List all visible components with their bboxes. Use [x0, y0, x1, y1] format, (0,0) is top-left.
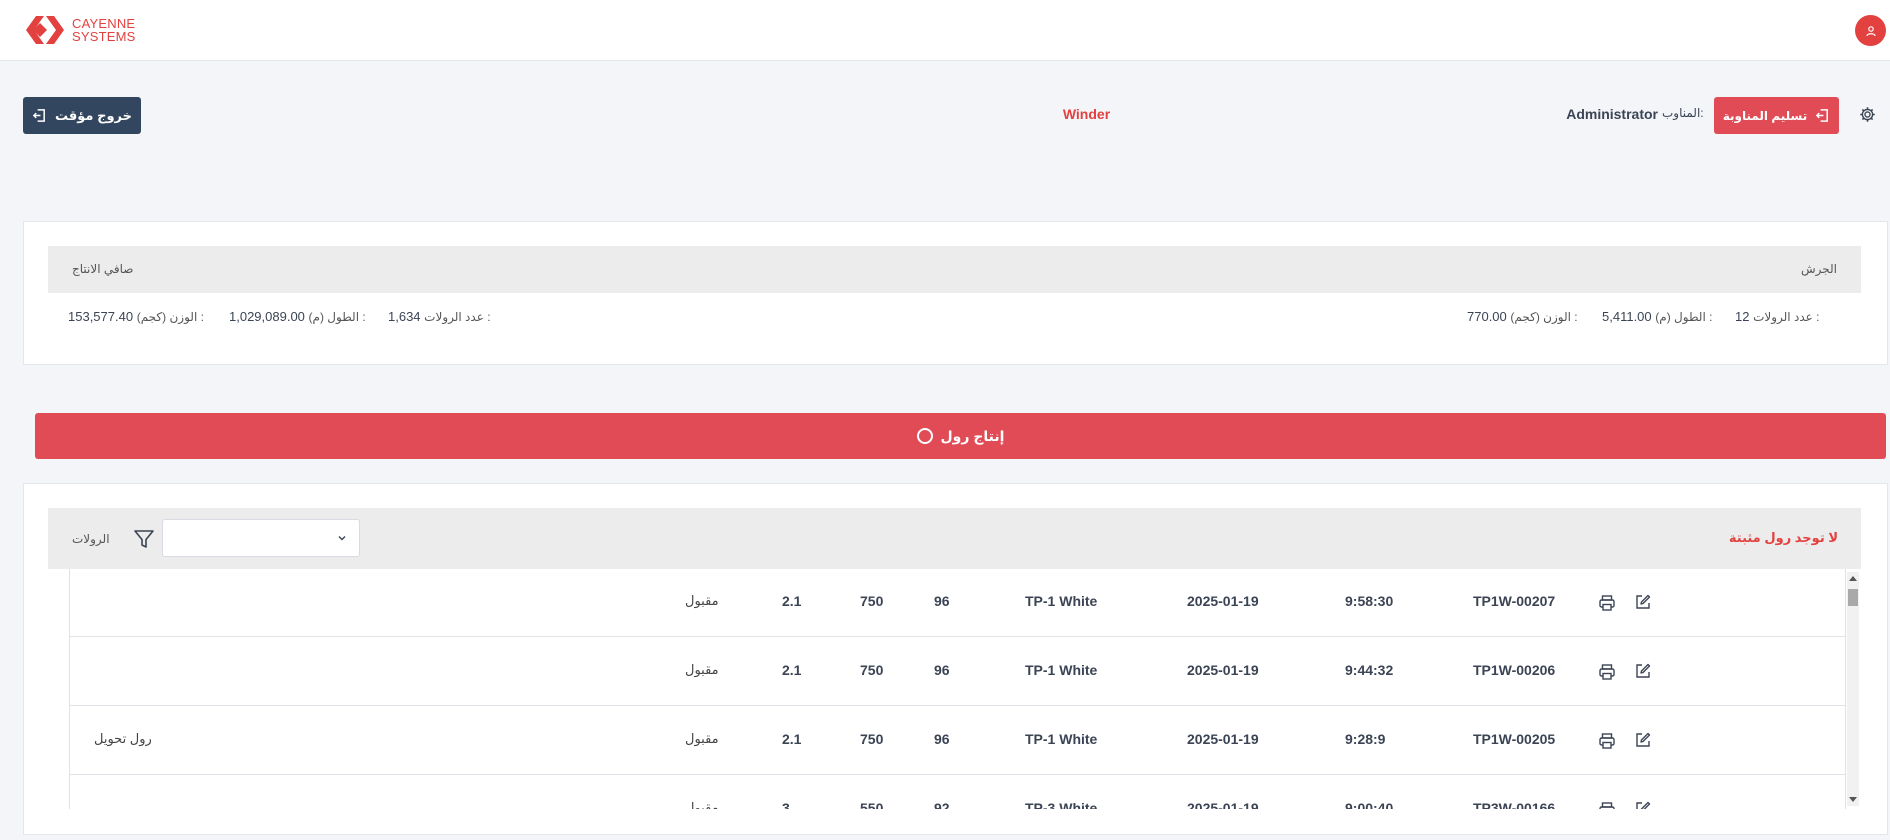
top-bar: CAYENNE SYSTEMS [0, 0, 1890, 61]
net-length-label: الطول (م) : [308, 310, 366, 324]
summary-header: صافي الانتاج الجرش [48, 246, 1861, 293]
roll-value-1: 3 [782, 800, 790, 809]
scroll-down-arrow-icon[interactable] [1849, 797, 1857, 802]
edit-icon[interactable] [1634, 731, 1652, 749]
jarsh-length-label: الطول (م) : [1655, 310, 1713, 324]
roll-value-3: 96 [934, 662, 950, 678]
table-row[interactable]: رول تحويل مقبول 2.1 750 96 TP-1 White 20… [69, 706, 1846, 775]
roll-date: 2025-01-19 [1187, 800, 1259, 809]
net-weight-value: 153,577.40 [68, 309, 134, 324]
logout-icon [32, 109, 45, 122]
roll-date: 2025-01-19 [1187, 662, 1259, 678]
net-weight-stat: 153,577.40 الوزن (كجم) : [68, 309, 204, 324]
chevron-down-icon [338, 536, 346, 541]
roll-value-2: 750 [860, 731, 884, 747]
roll-product: TP-3 White [1025, 800, 1098, 809]
net-length-value: 1,029,089.00 [229, 309, 305, 324]
operator-label: المناوب: [1662, 106, 1704, 120]
rolls-title: الرولات [72, 532, 110, 546]
roll-value-3: 96 [934, 731, 950, 747]
machine-name: Winder [1062, 106, 1111, 122]
circle-icon [916, 428, 933, 444]
roll-value-3: 92 [934, 800, 950, 809]
print-icon[interactable] [1598, 663, 1616, 681]
brand-line-2: SYSTEMS [72, 29, 136, 44]
filter-icon[interactable] [133, 528, 155, 550]
edit-icon[interactable] [1634, 593, 1652, 611]
roll-filter-select[interactable] [162, 519, 360, 557]
net-count-stat: 1,634 عدد الرولات : [388, 309, 491, 324]
roll-value-2: 550 [860, 800, 884, 809]
user-menu-button[interactable] [1855, 15, 1886, 46]
brand-name: CAYENNE SYSTEMS [72, 17, 136, 43]
net-length-stat: 1,029,089.00 الطول (م) : [229, 309, 366, 324]
roll-value-3: 96 [934, 593, 950, 609]
jarsh-title: الجرش [1800, 262, 1837, 276]
shift-handover-button[interactable]: تسليم المناوبة [1714, 97, 1839, 134]
jarsh-weight-stat: 770.00 الوزن (كجم) : [1467, 309, 1578, 324]
print-icon[interactable] [1598, 732, 1616, 750]
roll-value-1: 2.1 [782, 662, 802, 678]
roll-code: TP1W-00206 [1473, 662, 1556, 678]
table-row[interactable]: مقبول 3 550 92 TP-3 White 2025-01-19 9:0… [69, 775, 1846, 809]
jarsh-weight-value: 770.00 [1467, 309, 1507, 324]
gear-icon[interactable] [1859, 106, 1876, 123]
roll-status: مقبول [685, 731, 719, 746]
logout-icon [1816, 109, 1829, 122]
roll-product: TP-1 White [1025, 593, 1098, 609]
roll-date: 2025-01-19 [1187, 731, 1259, 747]
roll-status: مقبول [685, 662, 719, 677]
temporary-exit-button[interactable]: خروج مؤقت [23, 97, 141, 134]
edit-icon[interactable] [1634, 662, 1652, 680]
net-weight-label: الوزن (كجم) : [136, 310, 204, 324]
jarsh-length-value: 5,411.00 [1602, 309, 1652, 324]
table-scrollbar[interactable] [1847, 572, 1859, 806]
roll-value-1: 2.1 [782, 593, 802, 609]
roll-code: TP1W-00205 [1473, 731, 1556, 747]
print-icon[interactable] [1598, 594, 1616, 612]
jarsh-length-stat: 5,411.00 الطول (م) : [1602, 309, 1712, 324]
roll-status: مقبول [685, 800, 719, 809]
roll-product: TP-1 White [1025, 662, 1098, 678]
net-production-title: صافي الانتاج [72, 262, 134, 276]
roll-time: 9:28:9 [1345, 731, 1386, 747]
jarsh-count-value: 12 [1735, 309, 1750, 324]
scroll-up-arrow-icon[interactable] [1849, 576, 1857, 581]
temporary-exit-label: خروج مؤقت [55, 107, 132, 123]
roll-value-2: 750 [860, 662, 884, 678]
table-row[interactable]: مقبول 2.1 750 96 TP-1 White 2025-01-19 9… [69, 637, 1846, 706]
rolls-card: الرولات لا توجد رول مثبتة مقبول 2.1 750 … [23, 483, 1888, 835]
roll-time: 9:44:32 [1345, 662, 1394, 678]
no-fixed-roll-message: لا توجد رول مثبتة [1728, 530, 1838, 545]
roll-time: 9:00:40 [1345, 800, 1394, 809]
brand-logo[interactable]: CAYENNE SYSTEMS [24, 14, 136, 46]
edit-icon[interactable] [1634, 800, 1652, 809]
jarsh-weight-label: الوزن (كجم) : [1510, 310, 1578, 324]
net-count-value: 1,634 [388, 309, 421, 324]
cayenne-logo-icon [26, 16, 64, 44]
roll-status: مقبول [685, 593, 719, 608]
production-summary-card: صافي الانتاج الجرش 153,577.40 الوزن (كجم… [23, 221, 1888, 365]
rolls-header: الرولات لا توجد رول مثبتة [48, 508, 1861, 569]
roll-code: TP3W-00166 [1473, 800, 1556, 809]
produce-roll-button[interactable]: إنتاج رول [35, 413, 1886, 459]
produce-roll-label: إنتاج رول [940, 427, 1005, 444]
roll-code: TP1W-00207 [1473, 593, 1556, 609]
scroll-thumb[interactable] [1848, 589, 1858, 606]
shift-handover-label: تسليم المناوبة [1722, 108, 1808, 123]
roll-note: رول تحويل [94, 731, 152, 746]
jarsh-count-stat: 12 عدد الرولات : [1735, 309, 1819, 324]
roll-value-1: 2.1 [782, 731, 802, 747]
net-count-label: عدد الرولات : [424, 310, 491, 324]
roll-time: 9:58:30 [1345, 593, 1394, 609]
user-icon [1865, 25, 1876, 36]
roll-value-2: 750 [860, 593, 884, 609]
roll-date: 2025-01-19 [1187, 593, 1259, 609]
jarsh-count-label: عدد الرولات : [1753, 310, 1820, 324]
print-icon[interactable] [1598, 801, 1616, 809]
rolls-table: مقبول 2.1 750 96 TP-1 White 2025-01-19 9… [69, 569, 1862, 809]
roll-product: TP-1 White [1025, 731, 1098, 747]
operator-name: Administrator [1566, 106, 1658, 122]
table-row[interactable]: مقبول 2.1 750 96 TP-1 White 2025-01-19 9… [69, 569, 1846, 637]
